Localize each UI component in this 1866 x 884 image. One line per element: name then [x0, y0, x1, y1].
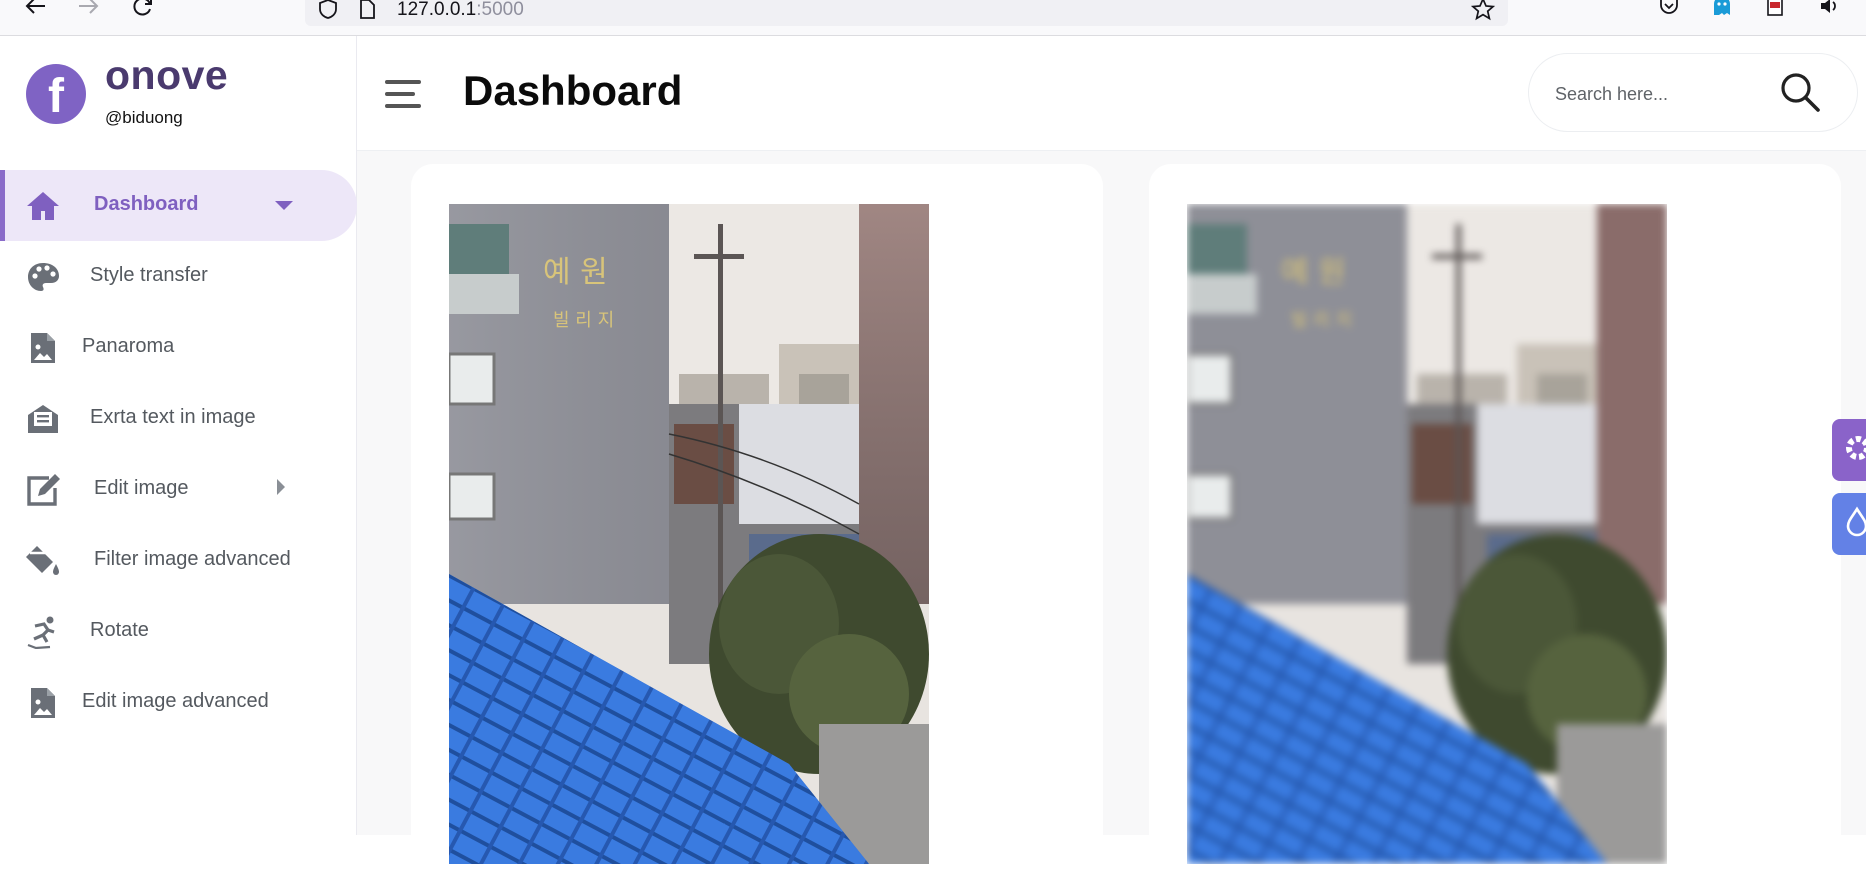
original-image[interactable]: 예 원 빌 리 지 [449, 204, 929, 864]
theme-float-button[interactable] [1832, 493, 1866, 555]
sign-text-top: 예 원 [543, 255, 608, 290]
text-envelope-icon [25, 402, 61, 436]
brand-logo-letter: f [48, 70, 64, 123]
palette-icon [25, 260, 61, 294]
sign-text-bottom: 빌 리 지 [553, 310, 614, 331]
chevron-right-icon[interactable] [277, 479, 285, 495]
sidebar-item-label: Exrta text in image [90, 406, 256, 428]
forward-icon[interactable] [74, 0, 104, 18]
gear-icon [1842, 432, 1866, 469]
image-file-icon [25, 686, 61, 720]
sidebar: f onove @biduong Dashboard Style transfe… [0, 36, 357, 835]
url-text[interactable]: 127.0.0.1:5000 [397, 0, 524, 21]
paint-bucket-icon [25, 544, 61, 578]
page-icon [357, 0, 377, 25]
settings-float-button[interactable] [1832, 419, 1866, 481]
sidebar-item-label: Dashboard [94, 193, 199, 215]
sidebar-item-style-transfer[interactable]: Style transfer [0, 241, 357, 312]
chevron-down-icon[interactable] [275, 201, 293, 210]
back-icon[interactable] [20, 0, 50, 18]
sidebar-item-label: Style transfer [90, 264, 208, 286]
sidebar-item-label: Rotate [90, 619, 149, 641]
sign-text-top: 예 원 [1281, 255, 1346, 290]
search-icon[interactable] [1779, 71, 1821, 113]
top-header: Dashboard [357, 36, 1866, 151]
sidebar-item-extra-text[interactable]: Exrta text in image [0, 383, 357, 454]
sidebar-item-label: Panaroma [82, 335, 175, 357]
speaker-icon[interactable] [1816, 0, 1842, 18]
extension-ghost-icon[interactable] [1709, 0, 1735, 18]
search-box [1528, 53, 1858, 132]
url-port: :5000 [476, 0, 524, 20]
sidebar-item-rotate[interactable]: Rotate [0, 596, 357, 667]
page-title: Dashboard [463, 67, 683, 114]
main-content: 예 원 빌 리 지 예 원 빌 리 지 [357, 151, 1866, 884]
sidebar-menu: Dashboard Style transfer Panaroma Exrta … [0, 170, 357, 738]
sidebar-item-label: Edit image [94, 477, 189, 499]
browser-toolbar: 127.0.0.1:5000 [0, 0, 1866, 36]
bookmark-star-icon[interactable] [1470, 0, 1496, 26]
blurred-image[interactable]: 예 원 빌 리 지 [1187, 204, 1667, 864]
sidebar-item-edit-image-advanced[interactable]: Edit image advanced [0, 667, 357, 738]
search-input[interactable] [1555, 80, 1765, 108]
sign-text-bottom: 빌 리 지 [1291, 310, 1352, 331]
image-card-blurred: 예 원 빌 리 지 [1149, 164, 1841, 884]
brand-logo[interactable]: f [26, 64, 86, 124]
sidebar-item-filter-advanced[interactable]: Filter image advanced [0, 525, 357, 596]
sidebar-item-panaroma[interactable]: Panaroma [0, 312, 357, 383]
image-file-icon [25, 331, 61, 365]
sidebar-item-label: Filter image advanced [94, 548, 291, 570]
image-card-original: 예 원 빌 리 지 [411, 164, 1103, 884]
droplet-icon [1842, 506, 1866, 543]
pocket-icon[interactable] [1656, 0, 1682, 18]
skating-icon [25, 615, 61, 649]
sidebar-item-edit-image[interactable]: Edit image [0, 454, 357, 525]
edit-icon [25, 473, 61, 507]
sidebar-item-label: Edit image advanced [82, 690, 269, 712]
url-host: 127.0.0.1 [397, 0, 477, 20]
sidebar-item-dashboard[interactable]: Dashboard [0, 170, 357, 241]
reload-icon[interactable] [128, 0, 158, 18]
hamburger-menu-icon[interactable] [385, 80, 421, 110]
pdf-extension-icon[interactable] [1762, 0, 1788, 18]
brand-name: onove [105, 52, 229, 98]
brand-handle: @biduong [105, 108, 183, 127]
shield-icon[interactable] [317, 0, 339, 25]
home-icon [25, 189, 61, 223]
address-bar[interactable]: 127.0.0.1:5000 [305, 0, 1508, 26]
